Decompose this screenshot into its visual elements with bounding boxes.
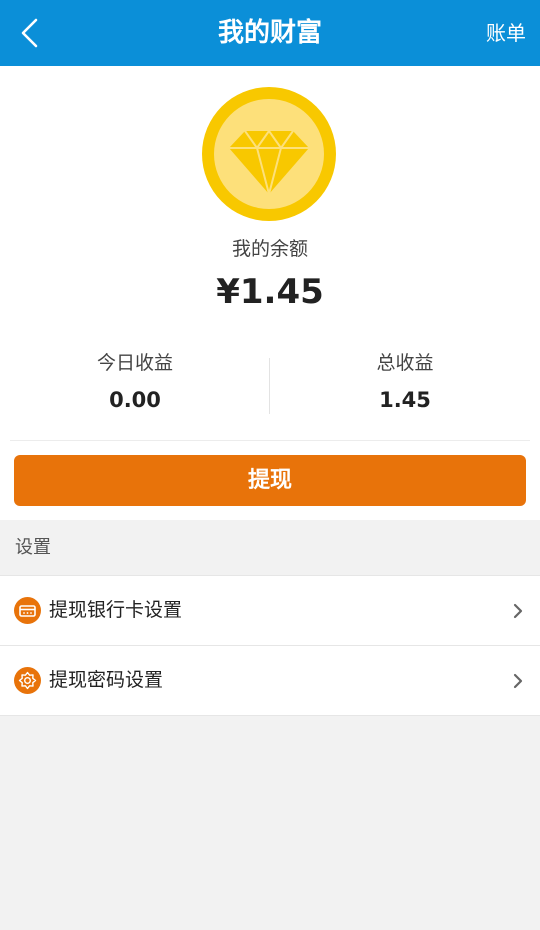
wealth-card: 我的余额 ¥1.45 今日收益 0.00 总收益 1.45 提现 xyxy=(0,66,540,520)
total-earnings-value: 1.45 xyxy=(379,388,431,412)
settings-section-title: 设置 xyxy=(15,537,51,558)
bill-button[interactable]: 账单 xyxy=(486,0,526,66)
bank-card-settings-label: 提现银行卡设置 xyxy=(49,599,183,621)
divider xyxy=(10,440,530,441)
settings-list: 提现银行卡设置 提现密码设置 xyxy=(0,575,540,716)
earnings-stats: 今日收益 0.00 总收益 1.45 xyxy=(0,348,540,420)
chevron-right-icon xyxy=(513,603,523,619)
password-gear-icon xyxy=(14,667,41,694)
withdraw-button[interactable]: 提现 xyxy=(14,455,526,506)
password-settings-label: 提现密码设置 xyxy=(49,669,164,691)
balance-label: 我的余额 xyxy=(231,238,308,260)
list-item-password-settings[interactable]: 提现密码设置 xyxy=(0,646,540,716)
total-earnings-label: 总收益 xyxy=(376,352,434,374)
page-title: 我的财富 xyxy=(217,18,322,48)
today-earnings-value: 0.00 xyxy=(109,388,161,412)
balance-value: ¥1.45 xyxy=(216,272,324,312)
chevron-right-icon xyxy=(513,673,523,689)
today-earnings-label: 今日收益 xyxy=(96,352,173,374)
today-earnings: 今日收益 0.00 xyxy=(0,348,270,412)
header-bar: 我的财富 账单 xyxy=(0,0,540,66)
list-item-bank-card-settings[interactable]: 提现银行卡设置 xyxy=(0,576,540,646)
diamond-coin-icon xyxy=(201,86,337,222)
total-earnings: 总收益 1.45 xyxy=(270,348,540,412)
bank-card-icon xyxy=(14,597,41,624)
